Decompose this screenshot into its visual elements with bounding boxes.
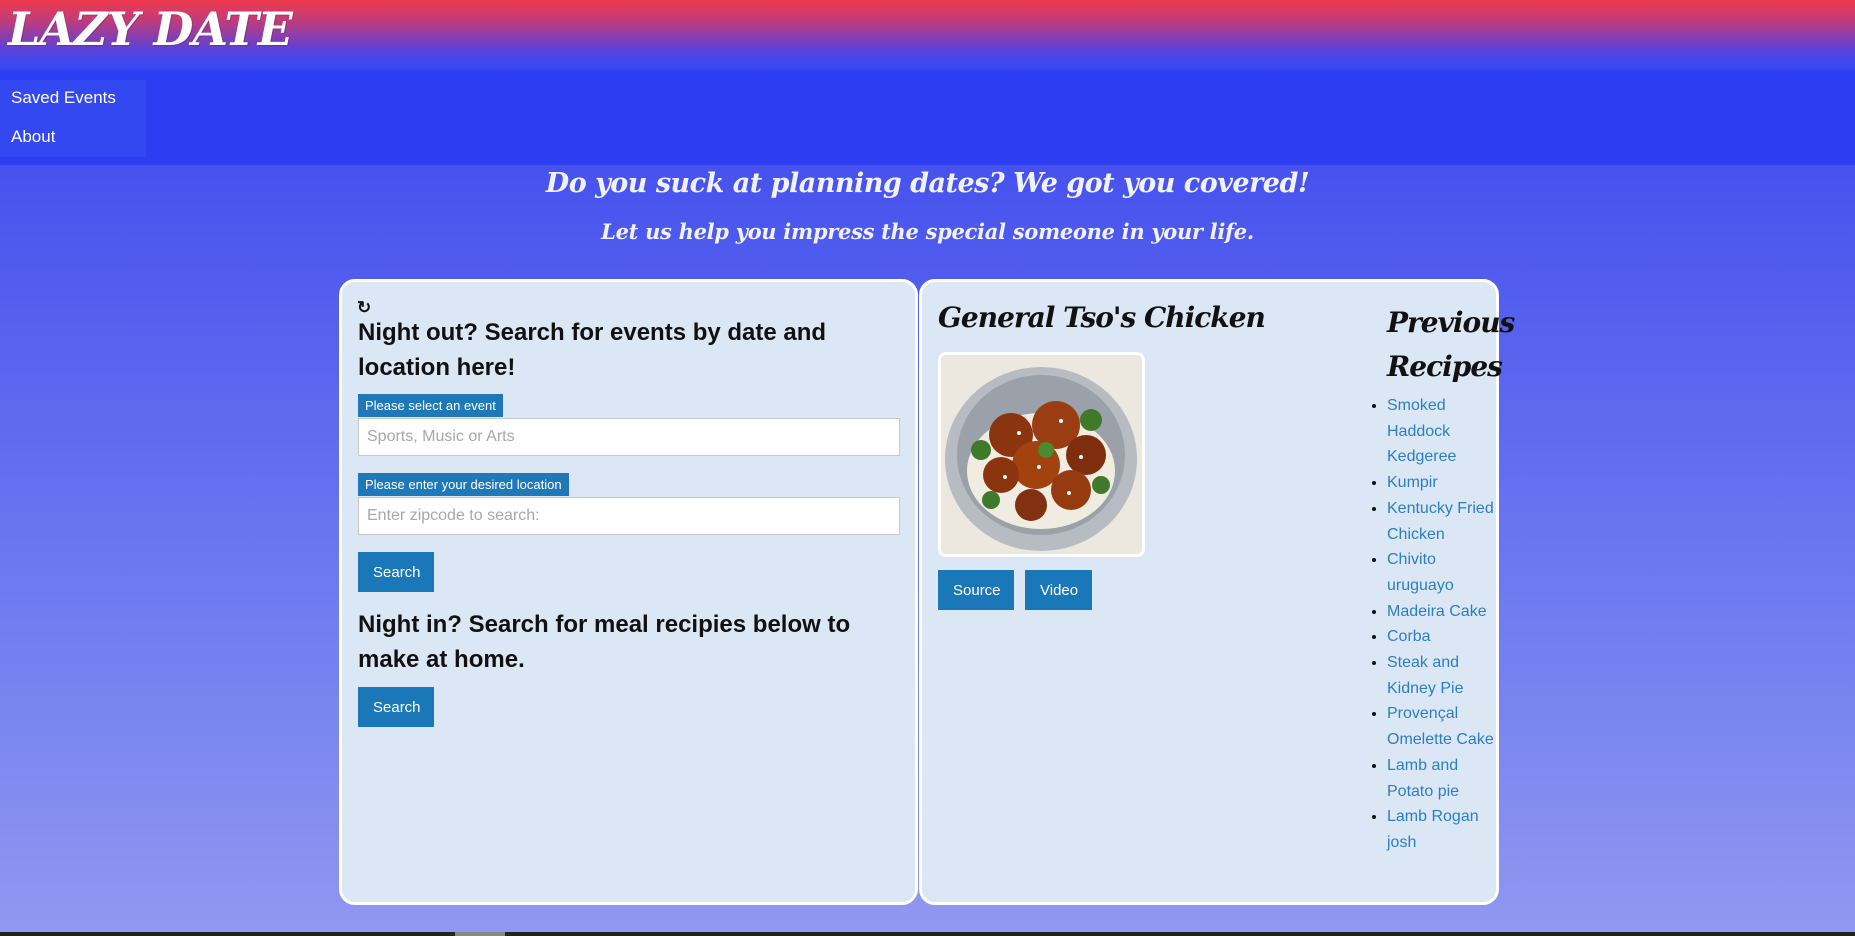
- location-input[interactable]: [358, 497, 900, 535]
- list-item[interactable]: Kumpir: [1387, 470, 1502, 496]
- list-item[interactable]: Madeira Cake: [1387, 599, 1502, 625]
- previous-recipe-link[interactable]: Smoked Haddock Kedgeree: [1387, 397, 1456, 465]
- previous-recipe-link[interactable]: Steak and Kidney Pie: [1387, 654, 1464, 697]
- previous-recipe-link[interactable]: Kumpir: [1387, 474, 1438, 491]
- list-item[interactable]: Lamb Rogan josh: [1387, 804, 1502, 855]
- meal-search-button[interactable]: Search: [358, 687, 434, 727]
- previous-recipes-title: Previous Recipes: [1387, 306, 1515, 383]
- nav-item-about[interactable]: About: [11, 127, 55, 147]
- event-search-button[interactable]: Search: [358, 552, 434, 592]
- top-banner: LAZY DATE: [0, 0, 1855, 70]
- previous-recipe-link[interactable]: Lamb and Potato pie: [1387, 757, 1459, 800]
- nav-item-saved-events[interactable]: Saved Events: [11, 88, 116, 108]
- previous-recipe-link[interactable]: Provençal Omelette Cake: [1387, 705, 1494, 748]
- previous-recipe-link[interactable]: Madeira Cake: [1387, 603, 1487, 620]
- video-button[interactable]: Video: [1025, 570, 1092, 610]
- previous-recipe-link[interactable]: Chivito uruguayo: [1387, 551, 1454, 594]
- list-item[interactable]: Steak and Kidney Pie: [1387, 650, 1502, 701]
- source-button[interactable]: Source: [938, 570, 1014, 610]
- previous-recipe-link[interactable]: Corba: [1387, 628, 1431, 645]
- nav-menu: Saved Events About: [0, 80, 146, 157]
- list-item[interactable]: Provençal Omelette Cake: [1387, 701, 1502, 752]
- nav-band: [0, 70, 1855, 165]
- hero-headline: Do you suck at planning dates? We got yo…: [545, 168, 1310, 199]
- app-logo[interactable]: LAZY DATE: [8, 2, 293, 56]
- previous-recipes-list: Smoked Haddock Kedgeree Kumpir Kentucky …: [1387, 393, 1502, 856]
- list-item[interactable]: Lamb and Potato pie: [1387, 753, 1502, 804]
- meals-title: Night in? Search for meal recipies below…: [358, 611, 851, 673]
- hero-subheadline: Let us help you impress the special some…: [601, 219, 1254, 244]
- recipe-photo: [941, 355, 1142, 554]
- recipe-image: [938, 352, 1145, 557]
- list-item[interactable]: Kentucky Fried Chicken: [1387, 496, 1502, 547]
- search-panel: ↻ Night out? Search for events by date a…: [339, 279, 918, 905]
- list-item[interactable]: Chivito uruguayo: [1387, 547, 1502, 598]
- previous-recipe-link[interactable]: Lamb Rogan josh: [1387, 808, 1479, 851]
- event-input[interactable]: [358, 418, 900, 456]
- scrollbar-thumb[interactable]: [455, 932, 505, 936]
- events-title: Night out? Search for events by date and…: [358, 319, 827, 381]
- location-field-label: Please enter your desired location: [358, 473, 569, 496]
- event-field-label: Please select an event: [358, 394, 503, 417]
- recipe-title: General Tso's Chicken: [938, 301, 1266, 334]
- list-item[interactable]: Smoked Haddock Kedgeree: [1387, 393, 1502, 470]
- previous-recipe-link[interactable]: Kentucky Fried Chicken: [1387, 500, 1494, 543]
- recipe-panel: General Tso's Chicken Source Video Previ…: [919, 279, 1515, 905]
- page-bottom-bar: [0, 932, 1855, 936]
- list-item[interactable]: Corba: [1387, 624, 1502, 650]
